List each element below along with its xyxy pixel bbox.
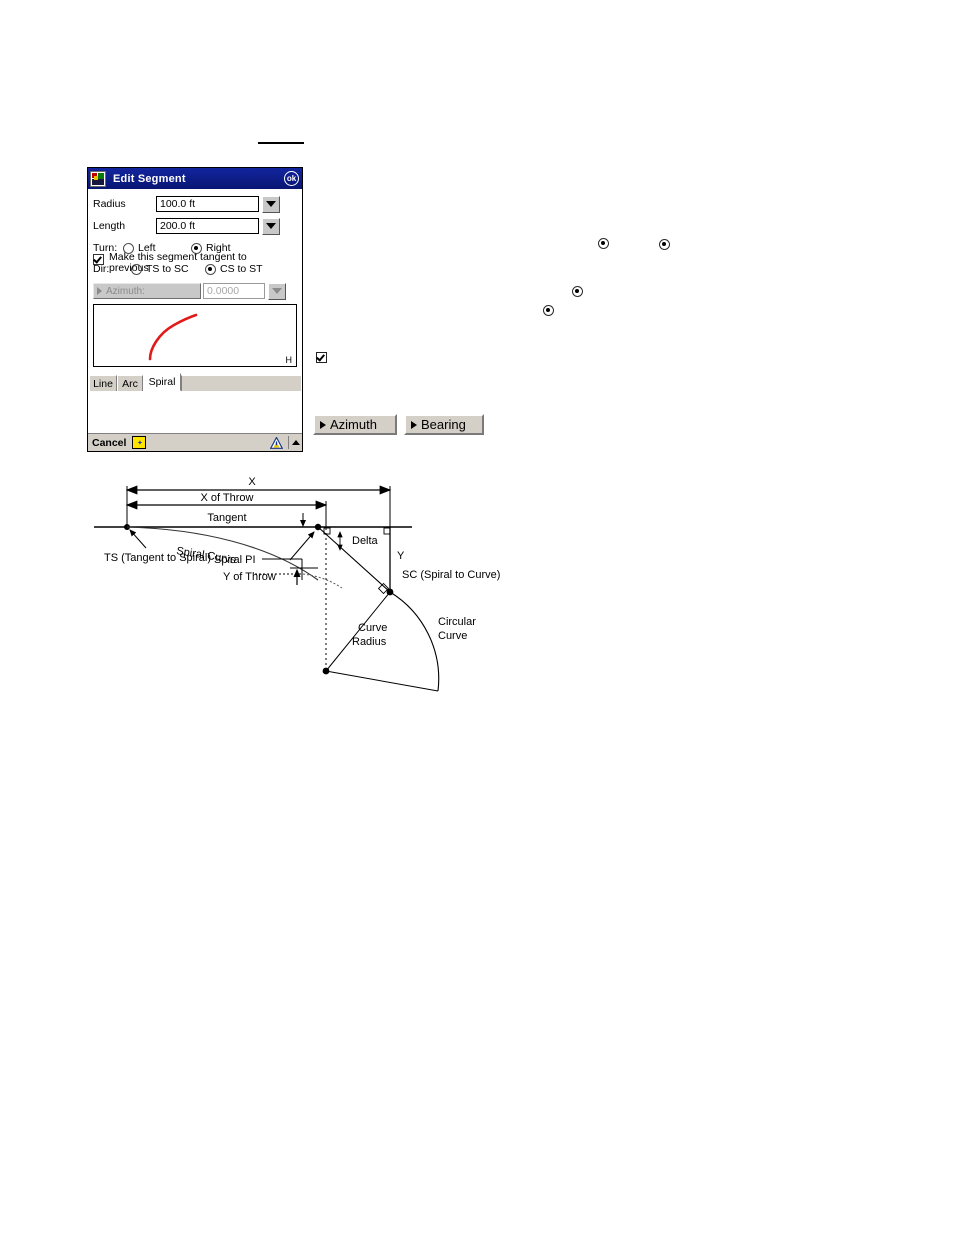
caret-up-icon[interactable]	[292, 440, 300, 445]
status-divider	[288, 436, 289, 449]
radius-line-to-arc-end	[325, 670, 439, 692]
label-x-of-throw: X of Throw	[201, 492, 254, 504]
callout-radio-1	[598, 238, 609, 249]
label-curve-radius-line1: Curve	[358, 622, 387, 634]
windows-ce-app-icon	[90, 170, 106, 187]
spiral-curve-diagram: X X of Throw Tangent TS (Tangent to Spir…	[90, 470, 520, 710]
make-tangent-label: Make this segment tangent to previous	[109, 251, 247, 274]
callout-checkbox	[316, 352, 327, 363]
dialog-body: Radius 100.0 ft Length 200.0 ft Turn: Le…	[88, 189, 302, 451]
warning-triangle-icon[interactable]	[269, 435, 284, 449]
radius-input[interactable]: 100.0 ft	[156, 196, 259, 212]
bearing-button[interactable]: Bearing	[404, 414, 484, 435]
ok-button[interactable]: ok	[284, 171, 299, 186]
right-angle-marker-2	[383, 527, 391, 535]
triangle-right-icon	[411, 420, 417, 429]
tab-strip-filler	[181, 375, 301, 391]
azimuth-button-text: Azimuth	[330, 417, 377, 432]
top-rule-divider	[258, 142, 304, 144]
preview-spiral-graphic	[148, 313, 198, 361]
callout-radio-3	[572, 286, 583, 297]
azimuth-mode-button[interactable]: Azimuth:	[93, 283, 201, 299]
label-curve-radius-line2: Radius	[352, 636, 387, 648]
label-y-of-throw: Y of Throw	[223, 571, 276, 583]
azimuth-input[interactable]: 0.0000	[203, 283, 265, 299]
label-x: X	[248, 476, 256, 488]
input-panel-icon[interactable]	[132, 436, 147, 449]
preview-corner-label: H	[285, 355, 293, 365]
label-circular-curve-line1: Circular	[438, 616, 476, 628]
checkbox-make-tangent[interactable]	[93, 254, 104, 265]
chevron-down-icon	[272, 288, 282, 294]
radius-label: Radius	[93, 198, 126, 210]
label-spiral-pi: Spiral PI	[214, 554, 256, 566]
tangent-checkbox-row[interactable]: Make this segment tangent to previous	[93, 252, 298, 274]
radius-dropdown-button[interactable]	[262, 195, 280, 213]
label-delta: Delta	[352, 535, 379, 547]
edit-segment-dialog: Edit Segment ok Radius 100.0 ft Length 2…	[87, 167, 303, 452]
dotted-throw-curve	[302, 573, 343, 589]
azimuth-button-label: Azimuth:	[106, 285, 145, 297]
triangle-right-icon	[97, 287, 102, 295]
status-bar-right-group	[269, 435, 300, 449]
azimuth-button[interactable]: Azimuth	[313, 414, 397, 435]
callout-radio-2	[659, 239, 670, 250]
dialog-tab-strip: Line Arc Spiral	[89, 373, 301, 391]
spiral-diagram-svg: X X of Throw Tangent TS (Tangent to Spir…	[94, 476, 500, 692]
label-tangent: Tangent	[207, 512, 246, 524]
azimuth-dropdown-button[interactable]	[268, 282, 286, 300]
label-y: Y	[397, 550, 405, 562]
leader-ts	[129, 529, 147, 549]
dialog-status-bar: Cancel	[88, 433, 302, 451]
chevron-down-icon	[266, 201, 276, 207]
dialog-title-bar: Edit Segment ok	[88, 168, 302, 189]
circular-curve-arc	[389, 591, 440, 692]
length-input[interactable]: 200.0 ft	[156, 218, 259, 234]
azimuth-row: Azimuth: 0.0000	[93, 282, 298, 300]
tab-arc[interactable]: Arc	[117, 375, 143, 391]
length-field-row: Length 200.0 ft	[93, 217, 298, 235]
bearing-button-text: Bearing	[421, 417, 466, 432]
radius-field-row: Radius 100.0 ft	[93, 195, 298, 213]
chevron-down-icon	[266, 223, 276, 229]
cancel-button[interactable]: Cancel	[92, 437, 126, 449]
leader-spiral-pi	[289, 531, 315, 561]
callout-radio-4	[543, 305, 554, 316]
length-label: Length	[93, 220, 126, 232]
segment-preview-panel: H	[93, 304, 297, 367]
label-circular-curve-line2: Curve	[438, 630, 467, 642]
tab-line[interactable]: Line	[89, 375, 117, 391]
tab-spiral[interactable]: Spiral	[143, 373, 181, 391]
label-sc: SC (Spiral to Curve)	[402, 569, 500, 581]
dialog-title: Edit Segment	[113, 172, 186, 185]
length-dropdown-button[interactable]	[262, 217, 280, 235]
triangle-right-icon	[320, 420, 326, 429]
